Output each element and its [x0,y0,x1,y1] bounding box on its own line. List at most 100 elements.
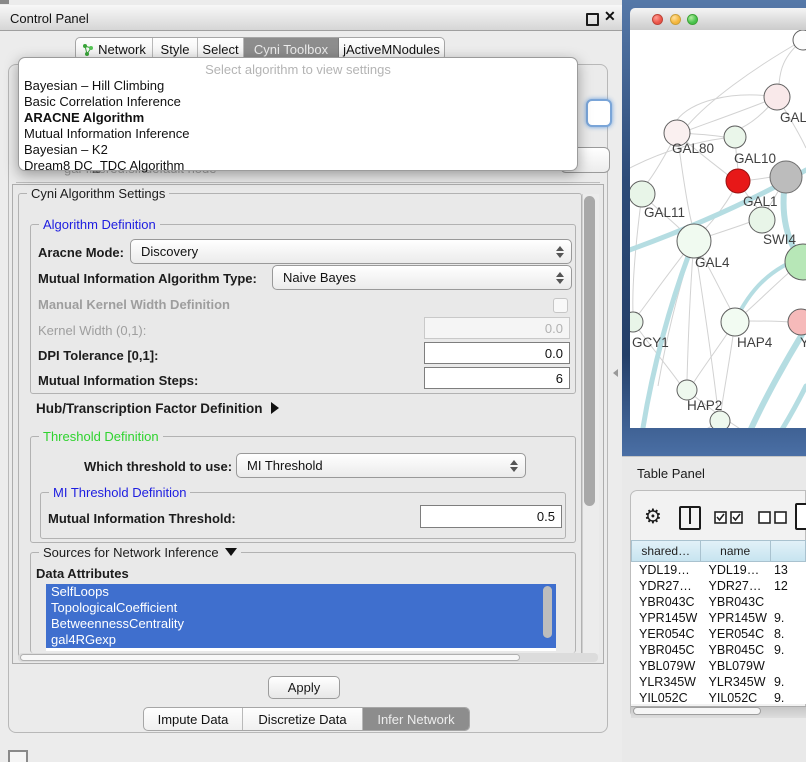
column-header-col2[interactable] [771,540,806,562]
hub-definition-toggle[interactable]: Hub/Transcription Factor Definition [36,401,279,416]
window-minimize-traffic-light[interactable] [670,14,681,25]
window-zoom-traffic-light[interactable] [687,14,698,25]
node-gal1-red[interactable] [726,169,750,193]
table-cell: YBR045C [631,642,701,658]
node-gcy1[interactable] [630,312,643,332]
attribute-item-selfloops[interactable]: SelfLoops [46,584,556,600]
data-attributes-label: Data Attributes [36,566,129,581]
dpi-tolerance-field[interactable] [424,342,570,364]
attribute-item-betweennesscentrality[interactable]: BetweennessCentrality [46,616,556,632]
cyni-algorithm-settings-title: Cyni Algorithm Settings [27,186,169,201]
node-green-right[interactable] [785,244,806,280]
table-row[interactable]: YDR27…YDR27…12 [631,578,806,594]
settings-scrollbar-thumb[interactable] [584,196,595,506]
list-scrollbar[interactable] [543,586,552,638]
table-cell: YDL19… [701,562,771,578]
table-cell: YBR043C [631,594,701,610]
manual-kernel-checkbox[interactable] [553,298,568,313]
node-bottom[interactable] [710,411,730,428]
which-threshold-combobox[interactable]: MI Threshold [236,453,526,478]
network-edge [748,321,788,322]
table-cell: YDR27… [631,578,701,594]
minimized-panel-icon[interactable] [8,750,28,762]
deselect-all-icon[interactable] [758,511,788,524]
combo-spinner-icon [510,460,518,472]
dropdown-hint: Select algorithm to view settings [19,61,577,78]
network-edge [633,194,642,313]
control-panel-title: Control Panel [10,11,89,26]
node-pink-right[interactable] [788,309,806,335]
node-hap2[interactable] [677,380,697,400]
select-all-icon[interactable] [714,511,744,524]
dropdown-item-dream8-dc-tdc-algorithm[interactable]: Dream8 DC_TDC Algorithm [19,158,577,174]
mi-threshold-label: Mutual Information Threshold: [48,511,236,526]
node-gal4[interactable] [677,224,711,258]
table-cell [771,658,806,674]
sources-group-title[interactable]: Sources for Network Inference [39,545,241,560]
node-gal10[interactable] [724,126,746,148]
window-close-traffic-light[interactable] [652,14,663,25]
algorithm-definition-title: Algorithm Definition [39,217,160,232]
table-row[interactable]: YDL19…YDL19…13 [631,562,806,578]
dropdown-item-aracne-algorithm[interactable]: ARACNE Algorithm [19,110,577,126]
attribute-item-gal4rgexp[interactable]: gal4RGexp [46,632,556,648]
tab-infer-network[interactable]: Infer Network [363,708,469,730]
network-edge [689,97,777,130]
settings-hscrollbar-thumb[interactable] [20,654,520,661]
apply-button[interactable]: Apply [268,676,340,699]
dropdown-item-mutual-information-inference[interactable]: Mutual Information Inference [19,126,577,142]
float-window-icon[interactable] [586,13,599,26]
table-cell: 9. [771,610,806,626]
table-cell: YBR045C [701,642,771,658]
table-cell: YER054C [631,626,701,642]
which-threshold-value: MI Threshold [247,458,323,473]
table-row[interactable]: YLR345WYLR345W9. [631,674,806,690]
node-gal-pink[interactable] [764,84,790,110]
dropdown-item-bayesian-hill-climbing[interactable]: Bayesian – Hill Climbing [19,78,577,94]
gear-icon[interactable]: ⚙ [644,504,662,528]
dropdown-item-bayesian-k2[interactable]: Bayesian – K2 [19,142,577,158]
manual-kernel-label: Manual Kernel Width Definition [38,297,230,312]
kernel-width-label: Kernel Width (0,1): [38,323,146,338]
new-table-icon[interactable] [795,503,806,530]
table-row[interactable]: YBR045CYBR045C9. [631,642,806,658]
mi-threshold-field[interactable] [420,505,562,528]
tab-discretize-data[interactable]: Discretize Data [243,708,363,730]
mi-type-value: Naive Bayes [283,270,356,285]
table-hscrollbar-thumb[interactable] [633,707,761,715]
node-label-hap4: HAP4 [737,335,773,350]
table-row[interactable]: YBL079WYBL079W [631,658,806,674]
table-cell: 8. [771,626,806,642]
kernel-width-field[interactable] [424,317,570,339]
node-label-swi4: SWI4 [763,232,796,247]
mi-type-combobox[interactable]: Naive Bayes [272,265,572,290]
mi-steps-field[interactable] [424,367,570,389]
node-hap4[interactable] [721,308,749,336]
table-row[interactable]: YBR043CYBR043C [631,594,806,610]
node-swi4[interactable] [749,207,775,233]
node-gal11[interactable] [630,181,655,207]
split-view-icon[interactable] [679,506,701,530]
table-row[interactable]: YPR145WYPR145W9. [631,610,806,626]
attribute-item-topologicalcoefficient[interactable]: TopologicalCoefficient [46,600,556,616]
table-cell: YBR043C [701,594,771,610]
column-header-shared[interactable]: shared… [631,540,701,562]
divider-collapse-icon[interactable] [613,369,618,377]
table-cell: 9. [771,690,806,704]
algorithm-combobox-fragment[interactable] [586,99,612,127]
tab-impute-data[interactable]: Impute Data [144,708,243,730]
table-cell: 13 [771,562,806,578]
aracne-mode-combobox[interactable]: Discovery [130,239,572,264]
table-cell: YPR145W [701,610,771,626]
table-row[interactable]: YER054CYER054C8. [631,626,806,642]
table-header-row[interactable]: shared…name [631,540,806,562]
dropdown-item-basic-correlation-inference[interactable]: Basic Correlation Inference [19,94,577,110]
table-row[interactable]: YIL052CYIL052C9. [631,690,806,704]
data-attributes-list[interactable]: SelfLoopsTopologicalCoefficientBetweenne… [46,584,556,651]
close-icon[interactable]: ✕ [604,8,616,25]
network-canvas[interactable]: GALGAL80GAL10GAL1GAL11SWI4GAL4GCY1HAP4YH… [630,30,806,428]
group-border-line [16,182,600,183]
threshold-definition-title: Threshold Definition [39,429,163,444]
column-header-name[interactable]: name [701,540,771,562]
node-label-gcy1: GCY1 [632,335,669,350]
